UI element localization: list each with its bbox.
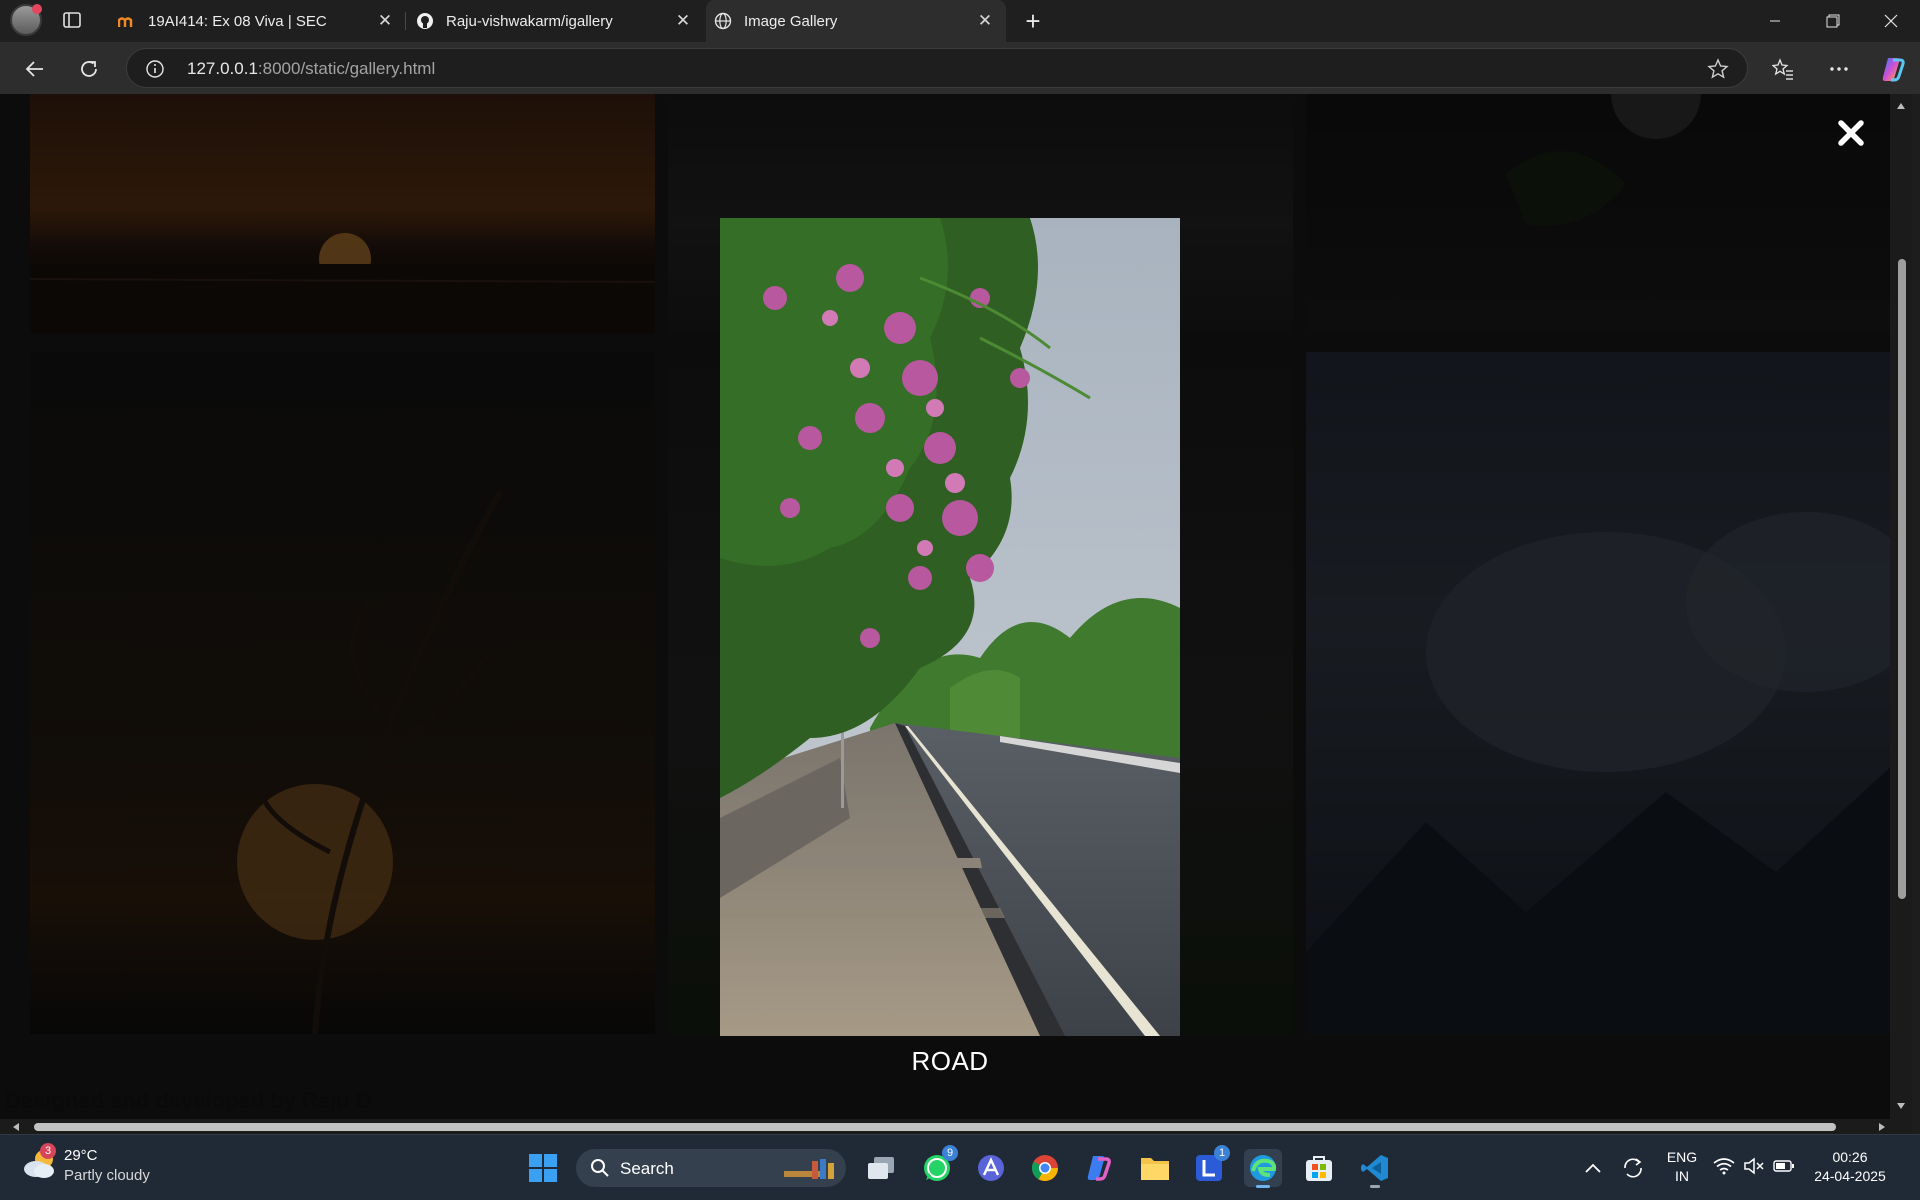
site-info-icon[interactable]: [145, 59, 165, 84]
lightbox-close-button[interactable]: [1834, 116, 1868, 150]
browser-title-bar: 19AI414: Ex 08 Viva | SEC ✕ Raju-vishwak…: [0, 0, 1920, 42]
tab-moodle[interactable]: 19AI414: Ex 08 Viva | SEC ✕: [110, 0, 406, 42]
copilot-icon[interactable]: [1876, 52, 1910, 86]
weather-widget[interactable]: 3 29°C Partly cloudy: [22, 1143, 150, 1186]
tab-title: Raju-vishwakarm/igallery: [446, 12, 613, 30]
road-photo: [720, 218, 1180, 1036]
app-triangle-icon[interactable]: [972, 1149, 1010, 1187]
clock-time: 00:26: [1832, 1149, 1868, 1165]
close-icon[interactable]: ✕: [374, 10, 396, 32]
url-host: 127.0.0.1: [187, 59, 258, 78]
scroll-up-arrow-icon[interactable]: [1895, 100, 1907, 112]
start-button[interactable]: [524, 1149, 562, 1187]
vertical-scroll-thumb[interactable]: [1898, 258, 1906, 899]
active-indicator: [1256, 1185, 1270, 1188]
back-button[interactable]: [18, 52, 52, 86]
scroll-left-arrow-icon[interactable]: [10, 1121, 22, 1133]
notification-dot: [32, 4, 42, 14]
l-app-badge: 1: [1214, 1145, 1230, 1161]
lightbox-caption: ROAD: [911, 1046, 989, 1076]
clock-date: 24-04-2025: [1814, 1168, 1886, 1184]
clock[interactable]: 00:26 24-04-2025: [1810, 1149, 1890, 1184]
reload-button[interactable]: [72, 52, 106, 86]
file-explorer-icon[interactable]: [1136, 1149, 1174, 1187]
microsoft-store-icon[interactable]: [1300, 1149, 1338, 1187]
new-tab-button[interactable]: +: [1018, 6, 1048, 36]
browser-toolbar: 127.0.0.1:8000/static/gallery.html: [0, 42, 1920, 94]
tab-actions-icon[interactable]: [62, 10, 82, 30]
horizontal-scroll-thumb[interactable]: [34, 1123, 1836, 1131]
teams-l-icon[interactable]: 1: [1190, 1145, 1230, 1187]
taskbar-search[interactable]: Search: [576, 1149, 846, 1187]
horizontal-scrollbar[interactable]: [0, 1119, 1912, 1134]
battery-icon: [1773, 1159, 1795, 1178]
tab-title: Image Gallery: [744, 12, 838, 30]
favorite-star-icon[interactable]: [1707, 58, 1729, 85]
tab-separator: [405, 12, 406, 30]
moodle-icon: [118, 12, 136, 30]
copilot-app-icon[interactable]: [1080, 1149, 1118, 1187]
weather-condition: Partly cloudy: [64, 1167, 150, 1184]
github-icon: [416, 12, 434, 30]
whatsapp-badge: 9: [942, 1145, 958, 1161]
weather-badge: 3: [40, 1143, 56, 1159]
vscode-icon[interactable]: [1356, 1149, 1394, 1188]
search-icon: [590, 1158, 610, 1183]
globe-icon: [714, 12, 732, 30]
speaker-muted-icon: [1743, 1156, 1765, 1180]
language-code: ENG: [1666, 1149, 1698, 1165]
running-indicator: [1370, 1185, 1380, 1188]
whatsapp-icon[interactable]: 9: [918, 1145, 958, 1187]
more-options-icon[interactable]: [1822, 52, 1856, 86]
footer-credit: Designed and developed by Raju D: [5, 1088, 372, 1113]
gallery-page: Designed and developed by Raju D ROAD: [0, 94, 1920, 1134]
vertical-scrollbar[interactable]: [1890, 94, 1912, 1119]
windows-taskbar: 3 29°C Partly cloudy Search 9 1 ENG IN 0…: [0, 1134, 1920, 1200]
minimize-button[interactable]: [1746, 0, 1804, 42]
wifi-icon: [1713, 1157, 1735, 1180]
tab-github[interactable]: Raju-vishwakarm/igallery ✕: [408, 0, 704, 42]
close-icon[interactable]: ✕: [974, 10, 996, 32]
chevron-up-icon[interactable]: [1574, 1149, 1612, 1187]
language-indicator[interactable]: ENG IN: [1660, 1149, 1704, 1184]
edge-icon[interactable]: [1244, 1149, 1282, 1188]
task-view-icon[interactable]: [862, 1149, 900, 1187]
weather-temp: 29°C: [64, 1147, 98, 1164]
restore-button[interactable]: [1804, 0, 1862, 42]
url-text[interactable]: 127.0.0.1:8000/static/gallery.html: [187, 59, 435, 79]
close-icon[interactable]: ✕: [672, 10, 694, 32]
address-bar[interactable]: 127.0.0.1:8000/static/gallery.html: [126, 48, 1748, 88]
profile-avatar[interactable]: [10, 4, 42, 36]
scroll-down-arrow-icon[interactable]: [1895, 1100, 1907, 1112]
search-label: Search: [620, 1159, 674, 1178]
quick-settings[interactable]: [1708, 1149, 1800, 1187]
lightbox-image-road: [720, 218, 1180, 1036]
search-highlight-icon: [782, 1157, 838, 1186]
scroll-right-arrow-icon[interactable]: [1876, 1121, 1888, 1133]
region-code: IN: [1675, 1168, 1689, 1184]
chrome-icon[interactable]: [1026, 1149, 1064, 1187]
url-path: :8000/static/gallery.html: [257, 59, 436, 78]
close-window-button[interactable]: [1862, 0, 1920, 42]
sync-icon[interactable]: [1614, 1149, 1652, 1187]
tab-title: 19AI414: Ex 08 Viva | SEC: [148, 12, 327, 30]
tab-image-gallery[interactable]: Image Gallery ✕: [706, 0, 1006, 42]
favorites-icon[interactable]: [1766, 52, 1800, 86]
